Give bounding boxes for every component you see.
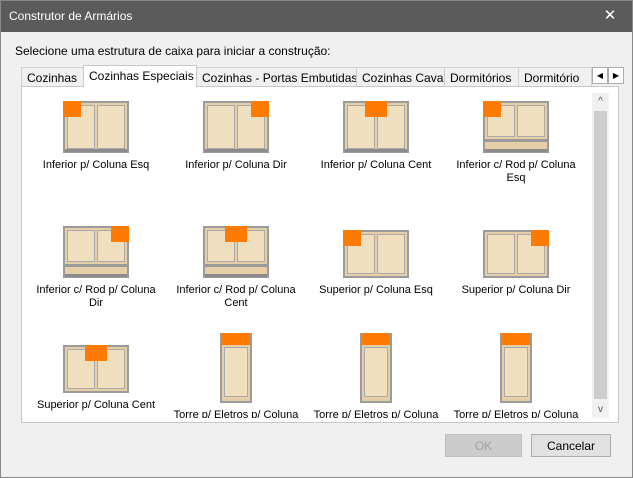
structure-item[interactable]: Inferior p/ Coluna Dir — [168, 93, 304, 172]
scroll-up-icon[interactable]: ^ — [592, 93, 609, 110]
structure-item-label: Inferior c/ Rod p/ Coluna Cent — [176, 284, 296, 309]
scrollbar-thumb[interactable] — [594, 111, 607, 399]
structure-item-label: Inferior p/ Coluna Cent — [320, 159, 432, 171]
structure-item-label: Superior p/ Coluna Esq — [319, 284, 433, 296]
tab-cozinhas-especiais[interactable]: Cozinhas Especiais — [83, 65, 197, 87]
scroll-down-icon[interactable]: v — [592, 401, 609, 418]
structure-item[interactable]: Torre p/ Eletros p/ Coluna Cent — [448, 333, 584, 418]
close-icon[interactable]: ✕ — [588, 1, 632, 32]
structure-item-label: Inferior p/ Coluna Esq — [42, 159, 150, 171]
ok-button[interactable]: OK — [445, 434, 522, 457]
structure-item[interactable]: Inferior c/ Rod p/ Coluna Cent — [168, 218, 304, 310]
tab-scroll-left-icon[interactable]: ◀ — [592, 67, 608, 84]
tab-scroll-right-icon[interactable]: ▶ — [608, 67, 624, 84]
tab-scroll-buttons: ◀ ▶ — [592, 67, 624, 84]
structure-item[interactable]: Superior p/ Coluna Dir — [448, 218, 584, 297]
cancel-button[interactable]: Cancelar — [531, 434, 611, 457]
cabinet-lower-plinth-right-icon — [63, 226, 129, 278]
cabinet-upper-center-column-icon — [63, 345, 129, 393]
tower-appliance-right-icon — [360, 333, 392, 403]
structure-item[interactable]: Inferior p/ Coluna Esq — [28, 93, 164, 172]
structure-item[interactable]: Superior p/ Coluna Esq — [308, 218, 444, 297]
structure-item-label: Torre p/ Eletros p/ Coluna Esq — [173, 409, 299, 418]
cabinet-lower-right-column-icon — [203, 101, 269, 153]
tab-dormitorios[interactable]: Dormitórios — [444, 67, 519, 87]
tower-appliance-left-icon — [220, 333, 252, 403]
structure-item-label: Inferior p/ Coluna Dir — [185, 159, 287, 171]
cabinet-builder-dialog: Construtor de Armários ✕ Selecione uma e… — [0, 0, 633, 478]
cabinet-lower-center-column-icon — [343, 101, 409, 153]
structure-item-label: Superior p/ Coluna Cent — [36, 399, 155, 411]
instruction-text: Selecione uma estrutura de caixa para in… — [15, 44, 331, 58]
structure-item[interactable]: Superior p/ Coluna Cent — [28, 333, 164, 412]
structure-item[interactable]: Inferior c/ Rod p/ Coluna Dir — [28, 218, 164, 310]
cabinet-upper-right-column-icon — [483, 230, 549, 278]
structure-item-label: Torre p/ Eletros p/ Coluna Dir — [313, 409, 439, 418]
tab-cozinhas-portas-embutidas[interactable]: Cozinhas - Portas Embutidas — [196, 67, 357, 87]
tab-panel: Inferior p/ Coluna Esq Inferior p/ Coluna… — [21, 86, 619, 423]
tower-appliance-center-icon — [500, 333, 532, 403]
window-title: Construtor de Armários — [9, 9, 133, 23]
structure-item[interactable]: Inferior p/ Coluna Cent — [308, 93, 444, 172]
vertical-scrollbar[interactable]: ^ v — [592, 93, 609, 418]
tab-cozinhas[interactable]: Cozinhas — [21, 67, 84, 87]
structure-item-label: Superior p/ Coluna Dir — [461, 284, 571, 296]
structure-item[interactable]: Torre p/ Eletros p/ Coluna Dir — [308, 333, 444, 418]
structure-item-label: Inferior c/ Rod p/ Coluna Dir — [36, 284, 156, 309]
structure-gallery: Inferior p/ Coluna Esq Inferior p/ Coluna… — [28, 93, 593, 418]
structure-item[interactable]: Inferior c/ Rod p/ Coluna Esq — [448, 93, 584, 185]
structure-item-label: Torre p/ Eletros p/ Coluna Cent — [453, 409, 579, 418]
cabinet-lower-left-column-icon — [63, 101, 129, 153]
structure-item-label: Inferior c/ Rod p/ Coluna Esq — [456, 159, 576, 184]
title-bar: Construtor de Armários ✕ — [1, 1, 632, 32]
structure-item[interactable]: Torre p/ Eletros p/ Coluna Esq — [168, 333, 304, 418]
tab-cozinhas-cava[interactable]: Cozinhas Cava — [356, 67, 445, 87]
tab-strip: Cozinhas Cozinhas Especiais Cozinhas - P… — [21, 65, 592, 87]
cabinet-upper-left-column-icon — [343, 230, 409, 278]
cabinet-lower-plinth-center-icon — [203, 226, 269, 278]
cabinet-lower-plinth-left-icon — [483, 101, 549, 153]
tab-dormitorio-partial[interactable]: Dormitório — [518, 67, 592, 87]
